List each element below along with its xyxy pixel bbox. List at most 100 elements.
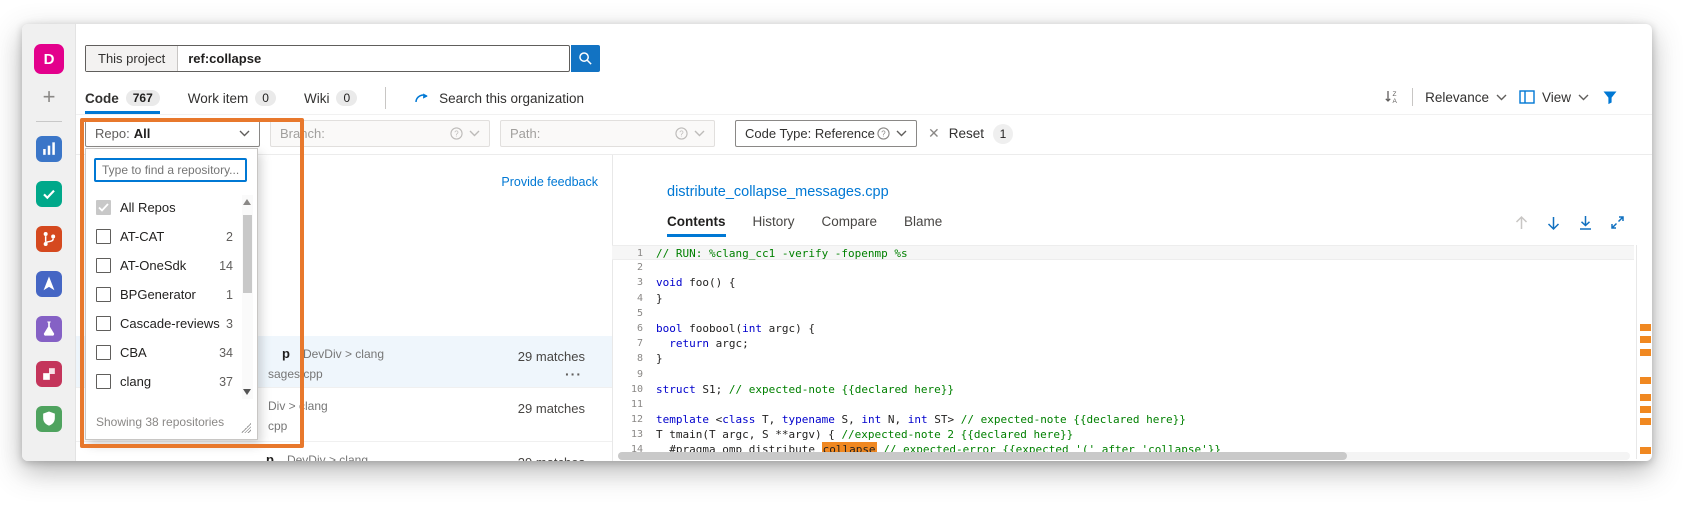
- sidebar-divider: [36, 121, 62, 122]
- line-number: 8: [612, 351, 656, 366]
- next-match-icon[interactable]: [1545, 214, 1562, 231]
- code-token: T tmain(T argc, S **argv) {: [656, 427, 841, 442]
- repo-match-count: 14: [219, 259, 233, 273]
- repo-search-input[interactable]: [94, 158, 247, 182]
- line-number: 10: [612, 382, 656, 397]
- scroll-down-icon[interactable]: [243, 389, 251, 395]
- svg-text:Z: Z: [1392, 91, 1396, 98]
- view-dropdown[interactable]: View: [1519, 90, 1589, 105]
- add-project-icon[interactable]: +: [22, 84, 76, 110]
- result-filename: p: [282, 346, 290, 361]
- checkbox[interactable]: [96, 374, 111, 389]
- file-tab-blame[interactable]: Blame: [904, 214, 942, 237]
- file-tab-compare[interactable]: Compare: [822, 214, 878, 237]
- code-line: 13T tmain(T argc, S **argv) { //expected…: [612, 427, 1634, 442]
- match-marker[interactable]: [1640, 418, 1651, 425]
- search-button[interactable]: [571, 45, 600, 72]
- code-type-filter[interactable]: Code Type: Reference ?: [735, 120, 917, 147]
- dropdown-scrollbar-thumb[interactable]: [243, 215, 252, 293]
- sort-order-icon[interactable]: ZA: [1383, 89, 1400, 106]
- line-number: 7: [612, 336, 656, 351]
- scrollbar-thumb[interactable]: [618, 452, 1347, 460]
- repos-icon[interactable]: [36, 226, 62, 252]
- header-separator: [76, 114, 1652, 115]
- search-scope-chip[interactable]: This project: [86, 46, 178, 71]
- line-number: 12: [612, 412, 656, 427]
- search-query-input[interactable]: [178, 46, 569, 71]
- repo-option-label: clang: [120, 374, 151, 389]
- repo-option-all-repos[interactable]: All Repos: [86, 193, 259, 222]
- result-match-count: 29 matches: [518, 401, 585, 416]
- match-marker[interactable]: [1640, 447, 1651, 454]
- code-token: struct: [656, 382, 696, 397]
- chevron-down-icon: [1578, 94, 1589, 101]
- filter-funnel-icon[interactable]: [1601, 89, 1618, 106]
- search-organization-link[interactable]: Search this organization: [414, 91, 584, 106]
- tab-code[interactable]: Code767: [85, 84, 160, 112]
- chevron-down-icon: [469, 130, 480, 137]
- tab-work-item[interactable]: Work item0: [188, 84, 276, 112]
- checkbox[interactable]: [96, 200, 111, 215]
- match-marker[interactable]: [1640, 406, 1651, 413]
- search-icon: [578, 51, 593, 66]
- checkbox[interactable]: [96, 287, 111, 302]
- horizontal-scrollbar[interactable]: [618, 452, 1630, 460]
- code-token: // RUN: %clang_cc1 -verify -fopenmp %s: [656, 246, 908, 259]
- file-title-link[interactable]: distribute_collapse_messages.cpp: [667, 184, 889, 200]
- provide-feedback-link[interactable]: Provide feedback: [501, 175, 598, 189]
- checkbox[interactable]: [96, 345, 111, 360]
- boards-icon[interactable]: [36, 181, 62, 207]
- checkbox[interactable]: [96, 316, 111, 331]
- code-viewer[interactable]: 1// RUN: %clang_cc1 -verify -fopenmp %s2…: [612, 245, 1634, 460]
- resize-handle-icon[interactable]: [241, 423, 251, 433]
- test-plans-icon[interactable]: [36, 316, 62, 342]
- result-line1: pDevDiv > clang: [282, 345, 384, 363]
- sort-by-value: Relevance: [1425, 90, 1489, 105]
- code-line: 11: [612, 397, 1634, 412]
- repo-option-at-cat[interactable]: AT-CAT2: [86, 222, 259, 251]
- result-line1: Div > clang: [268, 397, 328, 415]
- match-marker[interactable]: [1640, 336, 1651, 343]
- overview-icon[interactable]: [36, 136, 62, 162]
- repo-option-at-onesdk[interactable]: AT-OneSdk14: [86, 251, 259, 280]
- code-token: // expected-note {{declared here}}: [961, 412, 1186, 427]
- code-line: 4}: [612, 291, 1634, 306]
- repo-option-cascade-reviews[interactable]: Cascade-reviews3: [86, 309, 259, 338]
- download-icon[interactable]: [1577, 214, 1594, 231]
- code-token: //expected-note 2 {{declared here}}: [841, 427, 1073, 442]
- dropdown-scrollbar[interactable]: [242, 195, 253, 399]
- code-line: 8}: [612, 351, 1634, 366]
- pipelines-icon[interactable]: [36, 271, 62, 297]
- result-row[interactable]: pDevDiv > clangages.cpp29 matches: [76, 442, 612, 461]
- code-token: T,: [755, 412, 782, 427]
- repo-option-cba[interactable]: CBA34: [86, 338, 259, 367]
- checkbox[interactable]: [96, 258, 111, 273]
- match-marker[interactable]: [1640, 324, 1651, 331]
- project-avatar[interactable]: D: [34, 44, 64, 74]
- result-breadcrumb: Div > clang: [268, 399, 328, 413]
- security-shield-icon[interactable]: [36, 406, 62, 432]
- file-tab-contents[interactable]: Contents: [667, 214, 726, 237]
- row-context-menu-icon[interactable]: ···: [565, 366, 582, 382]
- code-line: 7 return argc;: [612, 336, 1634, 351]
- sort-by-dropdown[interactable]: Relevance: [1425, 90, 1507, 105]
- repo-option-bpgenerator[interactable]: BPGenerator1: [86, 280, 259, 309]
- match-marker[interactable]: [1640, 349, 1651, 356]
- code-token: ST>: [928, 412, 961, 427]
- checkbox[interactable]: [96, 229, 111, 244]
- repo-option-clang[interactable]: clang37: [86, 367, 259, 396]
- file-tab-history[interactable]: History: [753, 214, 795, 237]
- match-marker[interactable]: [1640, 377, 1651, 384]
- code-token: N,: [881, 412, 908, 427]
- expand-fullscreen-icon[interactable]: [1609, 214, 1626, 231]
- scroll-up-icon[interactable]: [243, 199, 251, 205]
- code-token: argc) {: [762, 321, 815, 336]
- artifacts-icon[interactable]: [36, 361, 62, 387]
- tab-count-badge: 767: [126, 90, 160, 106]
- branch-filter: Branch: ?: [270, 120, 490, 147]
- reset-filters-button[interactable]: ✕ Reset 1: [928, 120, 1013, 147]
- previous-match-icon[interactable]: [1513, 214, 1530, 231]
- tab-wiki[interactable]: Wiki0: [304, 84, 357, 112]
- match-marker[interactable]: [1640, 394, 1651, 401]
- repo-filter[interactable]: Repo: All: [85, 120, 260, 147]
